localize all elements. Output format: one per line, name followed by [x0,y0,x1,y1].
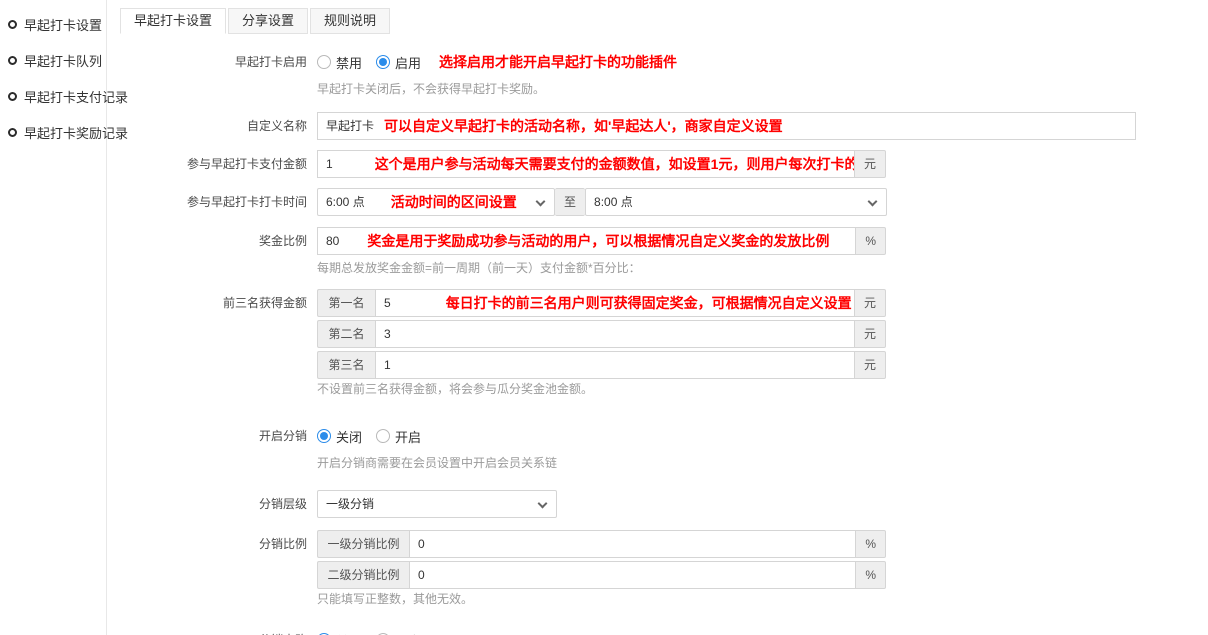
radio-on-icon [317,429,331,443]
tab-checkin-settings[interactable]: 早起打卡设置 [120,8,226,34]
pay-amount-input[interactable]: 1 这个是用户参与活动每天需要支付的金额数值，如设置1元，则用户每次打卡的需要支… [317,150,855,178]
rank-addon: 第三名 [317,351,375,379]
radio-disable[interactable]: 禁用 [317,53,362,72]
radio-label: 开启 [395,631,421,635]
sidebar-item-label: 早起打卡队列 [24,51,102,70]
enable-help: 早起打卡关闭后，不会获得早起打卡奖励。 [317,82,1208,96]
time-start-select[interactable]: 6:00 点 活动时间的区间设置 [317,188,555,216]
rank-addon: 第一名 [317,289,375,317]
radio-on-icon [376,55,390,69]
bonus-ratio-note: 奖金是用于奖励成功参与活动的用户，可以根据情况自定义奖金的发放比例 [367,228,829,254]
bonus-ratio-label: 奖金比例 [120,227,317,275]
radio-off-icon [317,55,331,69]
sidebar: 早起打卡设置 早起打卡队列 早起打卡支付记录 早起打卡奖励记录 [0,0,107,635]
unit-addon: % [856,227,886,255]
level1-ratio-input[interactable]: 0 [409,530,856,558]
tab-rules[interactable]: 规则说明 [310,8,390,34]
name-note: 可以自定义早起打卡的活动名称，如'早起达人'，商家自定义设置 [384,113,783,139]
enable-label: 早起打卡启用 [120,48,317,96]
circle-icon [8,128,17,137]
settings-form: 早起打卡启用 禁用 启用 选择启用才能开启早起打卡的功能插件 早起打卡关闭 [120,48,1208,635]
radio-inner-buy-off[interactable]: 关闭 [317,631,362,635]
circle-icon [8,92,17,101]
chevron-down-icon [868,197,878,207]
input-value: 1 [384,352,391,378]
tab-bar: 早起打卡设置 分享设置 规则说明 [120,8,1208,34]
bonus-ratio-input[interactable]: 80 奖金是用于奖励成功参与活动的用户，可以根据情况自定义奖金的发放比例 [317,227,856,255]
tab-share-settings[interactable]: 分享设置 [228,8,308,34]
ratio-label: 分销比例 [120,530,317,606]
input-value: 早起打卡 [326,113,374,139]
rank1-amount-input[interactable]: 5 每日打卡的前三名用户则可获得固定奖金，可根据情况自定义设置 [375,289,855,317]
distribution-help: 开启分销商需要在会员设置中开启会员关系链 [317,456,1208,470]
rank2-amount-input[interactable]: 3 [375,320,855,348]
input-value: 0 [418,562,425,588]
enable-note: 选择启用才能开启早起打卡的功能插件 [439,52,677,72]
radio-label: 禁用 [336,53,362,72]
pay-amount-label: 参与早起打卡支付金额 [120,150,317,178]
sidebar-item-payment-records[interactable]: 早起打卡支付记录 [0,78,106,114]
input-value: 3 [384,321,391,347]
pay-amount-note: 这个是用户参与活动每天需要支付的金额数值，如设置1元，则用户每次打卡的需要支付1… [375,151,855,177]
rank3-amount-input[interactable]: 1 [375,351,855,379]
ratio-help: 只能填写正整数，其他无效。 [317,592,1208,606]
app-root: 早起打卡设置 早起打卡队列 早起打卡支付记录 早起打卡奖励记录 早起打卡设置 分… [0,0,1208,635]
to-addon: 至 [555,188,585,216]
main-content: 早起打卡设置 分享设置 规则说明 早起打卡启用 禁用 启用 [107,0,1208,635]
ratio-name-addon: 一级分销比例 [317,530,409,558]
radio-enable[interactable]: 启用 [376,53,421,72]
circle-icon [8,20,17,29]
top3-label: 前三名获得金额 [120,289,317,396]
rank-addon: 第二名 [317,320,375,348]
input-value: 5 [384,290,391,316]
unit-addon: 元 [855,289,886,317]
sidebar-item-reward-records[interactable]: 早起打卡奖励记录 [0,114,106,150]
select-value: 8:00 点 [594,189,633,215]
input-value: 80 [326,228,339,254]
radio-label: 启用 [395,53,421,72]
time-range-label: 参与早起打卡打卡时间 [120,188,317,216]
unit-addon: % [856,561,886,589]
input-value: 1 [326,151,333,177]
chevron-down-icon [536,197,546,207]
inner-buy-label: 分销内购 [120,626,317,635]
time-end-select[interactable]: 8:00 点 [585,188,887,216]
select-value: 6:00 点 [326,189,365,215]
sidebar-item-checkin-settings[interactable]: 早起打卡设置 [0,6,106,42]
unit-addon: % [856,530,886,558]
level2-ratio-input[interactable]: 0 [409,561,856,589]
unit-addon: 元 [855,351,886,379]
time-range-note: 活动时间的区间设置 [391,189,517,215]
level-select[interactable]: 一级分销 [317,490,557,518]
circle-icon [8,56,17,65]
top3-help: 不设置前三名获得金额，将会参与瓜分奖金池金额。 [317,382,1208,396]
sidebar-item-checkin-queue[interactable]: 早起打卡队列 [0,42,106,78]
name-label: 自定义名称 [120,112,317,140]
input-value: 0 [418,531,425,557]
radio-distribution-off[interactable]: 关闭 [317,427,362,446]
radio-inner-buy-on[interactable]: 开启 [376,631,421,635]
select-value: 一级分销 [326,491,374,517]
level-label: 分销层级 [120,490,317,518]
unit-addon: 元 [855,320,886,348]
radio-label: 开启 [395,427,421,446]
ratio-name-addon: 二级分销比例 [317,561,409,589]
radio-label: 关闭 [336,631,362,635]
radio-distribution-on[interactable]: 开启 [376,427,421,446]
unit-addon: 元 [855,150,886,178]
sidebar-item-label: 早起打卡设置 [24,15,102,34]
custom-name-input[interactable]: 早起打卡 可以自定义早起打卡的活动名称，如'早起达人'，商家自定义设置 [317,112,1136,140]
chevron-down-icon [538,499,548,509]
radio-label: 关闭 [336,427,362,446]
distribution-label: 开启分销 [120,422,317,470]
radio-off-icon [376,429,390,443]
top3-note: 每日打卡的前三名用户则可获得固定奖金，可根据情况自定义设置 [446,290,852,316]
bonus-ratio-help: 每期总发放奖金金额=前一周期（前一天）支付金额*百分比： [317,261,1208,275]
